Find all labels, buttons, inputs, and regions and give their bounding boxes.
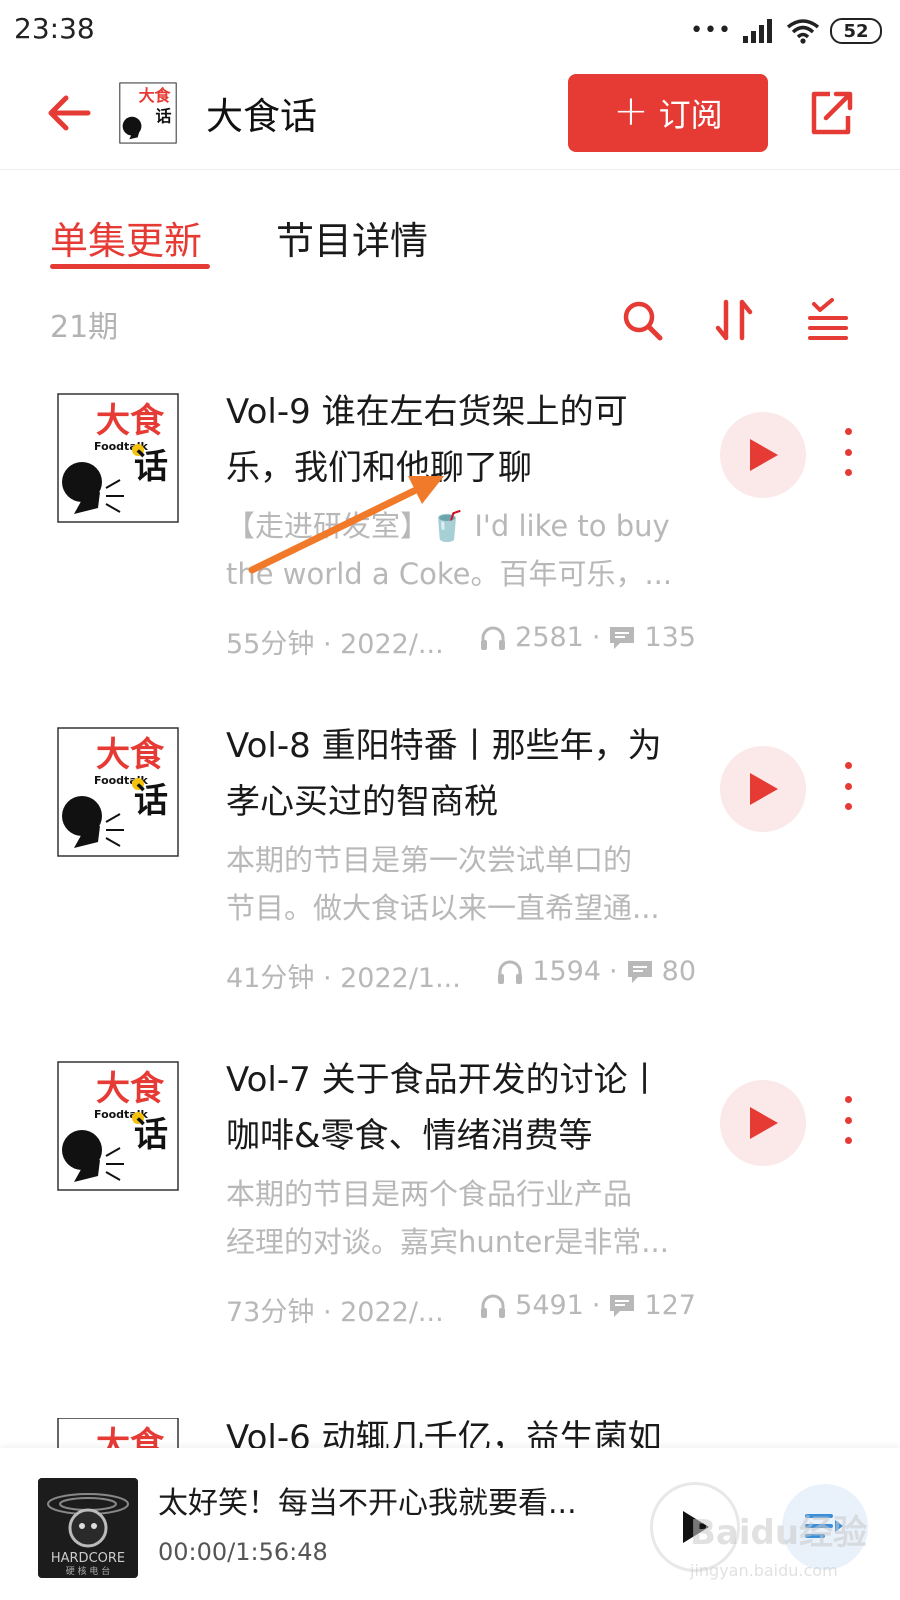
tab-bar: 单集更新 节目详情 [0, 170, 900, 280]
tab-episodes[interactable]: 单集更新 [50, 210, 202, 265]
status-time: 23:38 [14, 12, 95, 45]
episode-meta: 55分钟 · 2022/... 2581 · 135 [226, 618, 696, 660]
episode-stats: 2581 · 135 [479, 622, 696, 653]
subscribe-label: 订阅 [658, 96, 723, 134]
svg-text:Baidu经验: Baidu经验 [690, 1513, 867, 1553]
episode-stats: 1594 · 80 [496, 956, 696, 987]
comment-count: 135 [644, 622, 696, 653]
episode-title-line: 咖啡&零食、情绪消费等 [226, 1116, 593, 1156]
episode-description-line: 节目。做大食话以来一直希望通... [226, 891, 660, 925]
episode-play-button[interactable] [720, 412, 806, 498]
episode-description-line: 本期的节目是第一次尝试单口的 [226, 843, 633, 877]
episode-duration-date: 55分钟 · 2022/... [226, 629, 444, 660]
svg-text:话: 话 [156, 106, 172, 125]
active-tab-indicator [50, 264, 210, 269]
comment-icon [610, 1294, 635, 1317]
headphones-icon [481, 626, 506, 650]
svg-text:大食: 大食 [96, 1069, 165, 1109]
episode-item[interactable]: 大食 Foodtalk 话 Vol-7 关于食品开发的讨论丨 咖啡&零食、情绪消… [0, 1060, 900, 1400]
episode-title[interactable]: Vol-7 关于食品开发的讨论丨 咖啡&零食、情绪消费等 [226, 1052, 696, 1164]
more-options-icon[interactable] [836, 428, 860, 476]
cell-signal-icon [743, 19, 772, 43]
episode-play-button[interactable] [720, 746, 806, 832]
now-playing-title: 太好笑！每当不开心我就要看... [158, 1486, 577, 1521]
svg-text:硬 核 电 台: 硬 核 电 台 [66, 1565, 111, 1577]
comment-count: 80 [661, 956, 696, 987]
wifi-icon [786, 19, 820, 44]
separator: · [609, 956, 618, 987]
podcast-title: 大食话 [206, 95, 317, 138]
headphones-icon [498, 960, 523, 984]
search-icon[interactable] [620, 298, 664, 342]
episode-cover: 大食 Foodtalk 话 [57, 727, 179, 857]
episode-item[interactable]: 大食 Foodtalk 话 Vol-8 重阳特番丨那些年，为 孝心买过的智商税 … [0, 726, 900, 1066]
episode-title-line: Vol-7 关于食品开发的讨论丨 [226, 1060, 662, 1100]
episode-cover: 大食 Foodtalk 话 [57, 393, 179, 523]
status-bar: 23:38 ••• 52 [0, 0, 900, 62]
episode-description: 本期的节目是第一次尝试单口的 节目。做大食话以来一直希望通... [226, 836, 696, 932]
headphones-icon [481, 1294, 506, 1318]
svg-text:jingyan.baidu.com: jingyan.baidu.com [689, 1561, 838, 1580]
notification-dots-icon: ••• [690, 18, 732, 43]
episode-cover: 大食 Foodtalk 话 [57, 1061, 179, 1191]
episode-play-button[interactable] [720, 1080, 806, 1166]
episode-description-line: the world a Coke。百年可乐，... [226, 557, 673, 591]
separator: · [591, 622, 601, 653]
plus-icon: + [613, 86, 649, 135]
battery-indicator: 52 [830, 18, 882, 44]
status-icons: ••• 52 [690, 14, 882, 48]
more-options-icon[interactable] [836, 762, 860, 810]
episode-title-line: 孝心买过的智商税 [226, 782, 498, 822]
comment-icon [610, 626, 635, 649]
episode-title[interactable]: Vol-8 重阳特番丨那些年，为 孝心买过的智商税 [226, 718, 696, 830]
now-playing-cover: HARDCORE 硬 核 电 台 [38, 1478, 138, 1578]
separator: · [591, 1290, 601, 1321]
episode-title-line: Vol-8 重阳特番丨那些年，为 [226, 726, 662, 766]
svg-text:HARDCORE: HARDCORE [51, 1551, 125, 1566]
play-icon [750, 1107, 778, 1139]
svg-text:话: 话 [134, 1115, 168, 1155]
subscribe-button[interactable]: + 订阅 [568, 74, 768, 152]
play-icon [750, 773, 778, 805]
play-icon [750, 439, 778, 471]
play-count: 5491 [515, 1290, 584, 1321]
svg-text:话: 话 [134, 781, 168, 821]
episode-meta: 73分钟 · 2022/... 5491 · 127 [226, 1286, 696, 1328]
episode-description: 【走进研发室】🥤 I'd like to buy the world a Cok… [226, 502, 696, 598]
play-count: 2581 [515, 622, 584, 653]
episode-description-line: 本期的节目是两个食品行业产品 [226, 1177, 633, 1211]
play-count: 1594 [532, 956, 602, 987]
svg-text:话: 话 [134, 447, 168, 487]
episode-description: 本期的节目是两个食品行业产品 经理的对谈。嘉宾hunter是非常... [226, 1170, 696, 1266]
svg-text:大食: 大食 [139, 86, 172, 105]
hardcore-logo-icon: HARDCORE 硬 核 电 台 [38, 1478, 138, 1578]
app-header: 大食 话 大食话 + 订阅 [0, 62, 900, 170]
comment-count: 127 [644, 1290, 696, 1321]
svg-text:大食: 大食 [96, 401, 165, 441]
back-arrow-icon[interactable] [44, 88, 94, 138]
watermark: Baidu经验 jingyan.baidu.com [689, 1513, 867, 1580]
podcast-logo: 大食 话 [119, 82, 177, 144]
episode-meta: 41分钟 · 2022/1... 1594 · 80 [226, 952, 696, 994]
episode-description-line: 经理的对谈。嘉宾hunter是非常... [226, 1225, 669, 1259]
episode-duration-date: 73分钟 · 2022/... [226, 1297, 444, 1328]
tab-details[interactable]: 节目详情 [276, 210, 428, 265]
episode-count: 21期 [50, 310, 119, 345]
episode-title-line: Vol-9 谁在左右货架上的可 [226, 392, 628, 432]
sort-icon[interactable] [712, 298, 756, 342]
episode-stats: 5491 · 127 [479, 1290, 696, 1321]
share-icon[interactable] [806, 88, 856, 138]
episode-title[interactable]: Vol-9 谁在左右货架上的可 乐，我们和他聊了聊 [226, 384, 696, 496]
episode-description-line: 【走进研发室】🥤 I'd like to buy [226, 509, 670, 543]
episode-item[interactable]: 大食 Foodtalk 话 Vol-9 谁在左右货架上的可 乐，我们和他聊了聊 … [0, 392, 900, 732]
svg-text:大食: 大食 [96, 735, 165, 775]
now-playing-time: 00:00/1:56:48 [158, 1538, 328, 1566]
episode-title-line: 乐，我们和他聊了聊 [226, 448, 532, 488]
episode-duration-date: 41分钟 · 2022/1... [226, 963, 461, 994]
filter-list-icon[interactable] [806, 298, 850, 342]
more-options-icon[interactable] [836, 1096, 860, 1144]
comment-icon [627, 960, 652, 983]
